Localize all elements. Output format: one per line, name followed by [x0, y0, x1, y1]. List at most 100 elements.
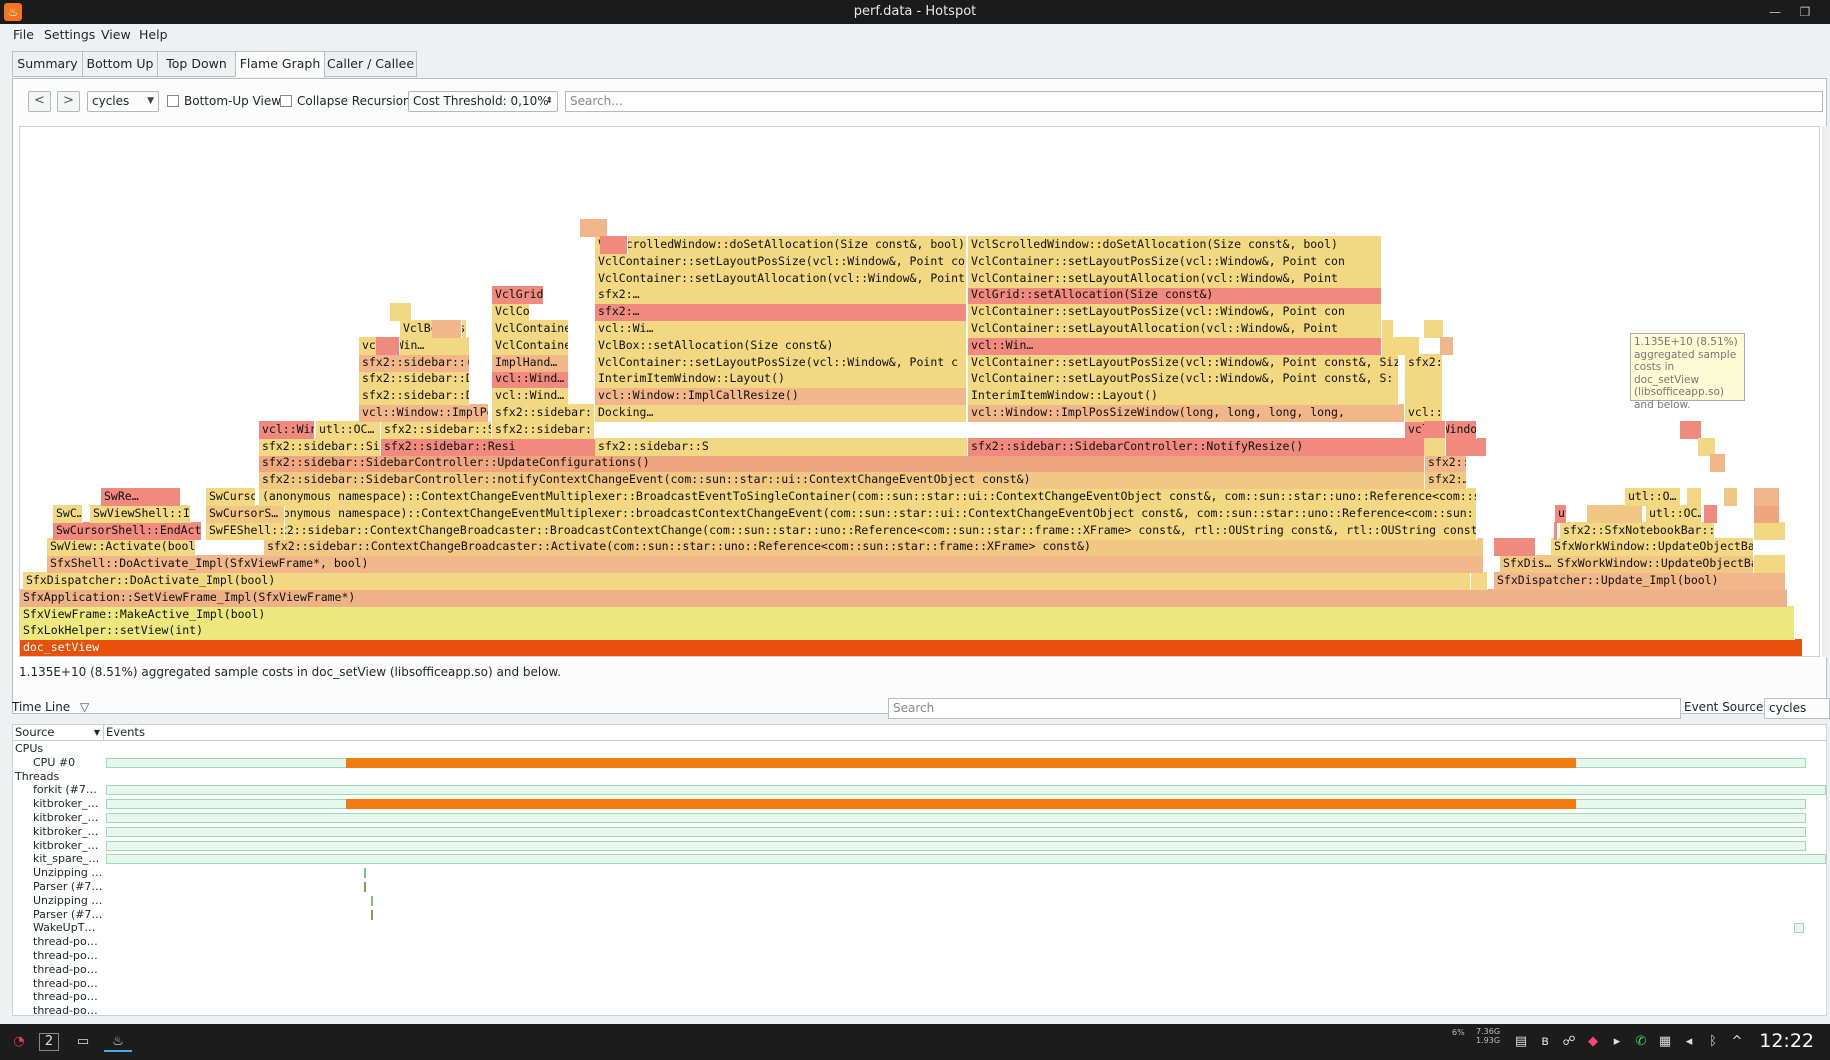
flame-frame[interactable]: Docking… [595, 404, 967, 422]
flame-frame[interactable]: SwCursorS… [206, 488, 256, 506]
menu-file[interactable]: File [13, 27, 34, 42]
timeline-row[interactable]: forkit (#7… [13, 783, 1826, 797]
flame-frame[interactable] [1698, 437, 1716, 456]
start-menu-icon[interactable]: ◔ [8, 1032, 30, 1052]
flame-frame[interactable] [1704, 504, 1718, 523]
timeline-row[interactable]: Threads [13, 770, 1826, 784]
timeline-row[interactable]: thread-po… [13, 935, 1826, 949]
media-play-icon[interactable]: ▸ [1608, 1032, 1626, 1052]
flame-frame[interactable]: sfx2::sidebar::D [359, 370, 470, 389]
flame-frame[interactable] [376, 336, 400, 355]
flame-frame[interactable]: sfx2::sidebar::D [492, 404, 595, 422]
flame-frame[interactable]: VclContainer::setLayoutPosSize(vcl::Wind… [595, 353, 967, 372]
flame-frame[interactable]: SwView::Activate(bool) [47, 538, 196, 557]
app-tray-icon[interactable]: ◆ [1584, 1032, 1602, 1052]
flame-frame[interactable]: sfx2::sidebar::SidebarController::Update… [259, 454, 1425, 473]
timeline-row[interactable]: thread-po… [13, 990, 1826, 1004]
back-button[interactable]: < [28, 91, 51, 112]
flame-frame[interactable]: sfx2::sidebar::SidebarController::Switch… [259, 437, 381, 456]
flame-frame[interactable]: SfxLokHelper::setView(int) [20, 622, 1795, 641]
flame-frame[interactable]: VclBox::setAllocation(Size const&) [595, 336, 967, 355]
flame-frame[interactable]: utl::… [1555, 504, 1567, 523]
flame-frame[interactable] [1587, 504, 1643, 523]
timeline-search-input[interactable]: Search [888, 698, 1681, 719]
cost-type-select[interactable]: cycles ▼ [87, 91, 159, 112]
flame-frame[interactable] [1382, 336, 1420, 355]
bluetooth-icon[interactable]: ʙ [1536, 1032, 1554, 1052]
flame-frame[interactable]: vcl::Win… [968, 336, 1382, 355]
flame-frame[interactable]: VclContainer::setLayoutPosSize(vcl::Wind… [595, 252, 967, 271]
flame-frame[interactable]: ImplHand… [492, 353, 569, 372]
clipboard-icon[interactable]: ▦ [1656, 1032, 1674, 1052]
timeline-row[interactable]: CPU #0 [13, 756, 1826, 770]
flame-frame[interactable]: VclContainer::setLayoutAllocation(vcl::W… [492, 320, 569, 338]
flame-frame[interactable]: InterimItemWindow::Layout() [595, 370, 967, 389]
flame-frame[interactable]: vcl::Window::ImplCallResize() [1405, 404, 1443, 422]
flame-frame[interactable]: sfx2::sidebar::S [381, 420, 492, 439]
flame-frame[interactable]: VclContainer::setLayoutAllocation(vcl::W… [595, 269, 967, 288]
flame-frame[interactable] [1405, 387, 1443, 406]
flame-frame[interactable]: (anonymous namespace)::ContextChangeEven… [259, 504, 1477, 523]
flame-frame[interactable]: vcl::Wind… [492, 370, 569, 389]
flame-frame[interactable] [1424, 420, 1446, 439]
timeline-row[interactable]: Unzipping … [13, 894, 1826, 908]
flame-frame[interactable] [1754, 488, 1780, 506]
timeline-row[interactable]: thread-po… [13, 1004, 1826, 1015]
flame-frame[interactable]: vcl::Window::ImplPosSizeWindow(long, lon… [968, 404, 1405, 422]
flame-frame[interactable]: sfx2::sidebar::( [359, 353, 470, 372]
flame-frame[interactable]: SfxDis… [1500, 555, 1556, 574]
timeline-row[interactable]: kitbroker_… [13, 839, 1826, 853]
timeline-row[interactable]: Parser (#7… [13, 908, 1826, 922]
flame-frame[interactable] [1754, 521, 1786, 540]
network-icon[interactable]: ☍ [1560, 1032, 1578, 1052]
flame-frame[interactable]: sfx2::sidebar::SidebarController::notify… [259, 471, 1425, 490]
flame-frame[interactable] [1724, 488, 1738, 506]
flame-frame[interactable]: VclContainer::setLayoutAllocation(vcl::W… [968, 320, 1382, 338]
hotspot-task-icon[interactable]: ♨ [104, 1032, 132, 1052]
flame-frame[interactable]: (anonymous namespace)::ContextChangeEven… [259, 488, 1477, 506]
forward-button[interactable]: > [57, 91, 80, 112]
notes-icon[interactable]: ▤ [1512, 1032, 1530, 1052]
chevron-up-icon[interactable]: ^ [1728, 1032, 1746, 1052]
flame-graph[interactable]: doc_setView SfxLokHelper::setView(int) Sfx… [19, 126, 1820, 657]
flame-frame[interactable]: utl::OC… [316, 420, 381, 439]
event-source-select[interactable]: cycles [1764, 698, 1830, 719]
flame-frame[interactable] [1471, 572, 1488, 590]
flame-frame[interactable]: VclGrid::setAllocation(Size const&) [968, 286, 1382, 305]
flame-frame[interactable] [432, 320, 462, 338]
flame-frame[interactable] [1754, 555, 1786, 574]
flame-frame[interactable]: vcl::Window::ImplPosSizeWindow(long, lon… [359, 404, 489, 422]
timeline-row[interactable]: Parser (#7… [13, 880, 1826, 894]
flame-frame[interactable]: VclContainer::setLayoutPosSize(vcl::Wind… [968, 370, 1399, 389]
flame-search-input[interactable]: Search... [565, 91, 1823, 112]
maximize-icon[interactable]: ❐ [1796, 3, 1814, 21]
flame-frame[interactable]: utl::OC… [1646, 504, 1702, 523]
tab-bottom-up[interactable]: Bottom Up [82, 51, 158, 77]
flame-frame[interactable]: InterimItemWindow::Layout() [968, 387, 1399, 406]
flame-frame[interactable]: sfx2::sidebar::ContextChangeBroadcaster:… [263, 521, 1477, 540]
flame-frame[interactable]: sfx2::sidebar: [492, 420, 595, 439]
flame-frame[interactable]: sfx2::sidebar::ContextChangeBroadcaster:… [264, 538, 1484, 557]
flame-frame[interactable]: sfx2:… [595, 286, 967, 305]
timeline-row[interactable]: kitbroker_… [13, 797, 1826, 811]
flame-frame[interactable]: VclContainer::setLayoutPosSize(vcl::Wind… [492, 303, 530, 322]
flame-frame[interactable] [1554, 521, 1558, 540]
menu-settings[interactable]: Settings [44, 27, 95, 42]
flame-frame[interactable] [1754, 504, 1780, 523]
flame-frame[interactable]: vcl::Window::ImplCallResize() [595, 387, 967, 406]
timeline-row[interactable]: thread-po… [13, 977, 1826, 991]
bluetooth-tray-icon[interactable]: ᛒ [1704, 1032, 1722, 1052]
flame-frame[interactable]: sfx2:… [595, 303, 967, 322]
timeline-row[interactable]: thread-po… [13, 963, 1826, 977]
flame-frame[interactable]: sfx2::SfxNotebookBar::IsActive [1560, 521, 1715, 540]
flame-frame[interactable] [1424, 437, 1446, 456]
volume-icon[interactable]: ◂ [1680, 1032, 1698, 1052]
flame-frame[interactable]: SwFEShell::… [206, 521, 285, 540]
flame-frame[interactable]: sfx2::sidebar::Resi [381, 437, 605, 456]
flame-frame[interactable] [1680, 420, 1702, 439]
flame-frame[interactable] [1710, 454, 1726, 473]
flame-frame[interactable]: SfxWorkWindow::UpdateObjectBa… [1551, 538, 1754, 557]
flame-frame[interactable]: VclGrid::setAllocation(Size const&) [492, 286, 544, 305]
timeline-row[interactable]: Unzipping … [13, 866, 1826, 880]
minimize-icon[interactable]: — [1766, 3, 1784, 21]
